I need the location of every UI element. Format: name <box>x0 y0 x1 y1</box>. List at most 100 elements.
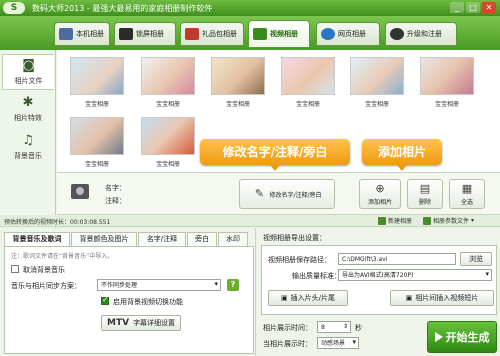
tab-label: 锁屏相册 <box>136 30 164 38</box>
delete-button[interactable]: ▤ 删除 <box>407 179 443 209</box>
tab-background-music[interactable]: 背景音乐及歌词 <box>4 232 70 247</box>
tab-web-album[interactable]: 网页相册 <box>316 22 380 46</box>
video-icon: ▣ <box>405 294 413 302</box>
photo-image <box>141 117 195 155</box>
photo-thumbnail[interactable]: 宝宝相册 <box>69 57 125 108</box>
quality-select[interactable]: 导出为AVI格式(高清720P) ▾ <box>338 269 492 281</box>
start-generate-button[interactable]: 开始生成 <box>427 321 497 353</box>
sidebar-item-photo-effects[interactable]: ✱ 相片特效 <box>2 92 54 128</box>
duration-estimate: 预估转换后的视频时长：00:03:08.551 <box>4 219 111 226</box>
transition-select[interactable]: 动感场景 ▾ <box>317 337 359 349</box>
tab-lockscreen-album[interactable]: 锁屏相册 <box>114 22 176 46</box>
insert-video-clip-label: 相片间插入视频短片 <box>415 294 479 302</box>
insert-intro-button[interactable]: ▣ 插入片头/片尾 <box>268 290 348 306</box>
chevron-down-icon: ▾ <box>485 270 489 278</box>
new-album-link[interactable]: 新建相册 <box>378 216 412 225</box>
insert-intro-label: 插入片头/片尾 <box>290 294 335 302</box>
photo-label: 宝宝相册 <box>225 101 250 108</box>
close-button[interactable]: ✕ <box>482 2 496 13</box>
add-photo-icon: ⊕ <box>375 182 385 195</box>
film-icon: ▣ <box>281 294 288 302</box>
tab-narration[interactable]: 旁白 <box>187 232 217 246</box>
tab-label: 升级和注册 <box>407 30 442 38</box>
effects-icon: ✱ <box>22 95 34 110</box>
music-icon: ♫ <box>22 133 34 148</box>
minimize-button[interactable]: _ <box>450 2 464 13</box>
grid-icon: ▦ <box>461 182 473 195</box>
new-album-icon <box>378 216 386 225</box>
sidebar-item-label: 背景音乐 <box>14 152 42 160</box>
tab-name-note[interactable]: 名字/注释 <box>138 232 186 246</box>
add-photo-button[interactable]: ⊕ 添加相片 <box>359 179 401 209</box>
auto-switch-checkbox[interactable] <box>101 295 109 305</box>
chevron-down-icon: ▾ <box>471 217 475 224</box>
sync-label: 音乐与相片同步方案： <box>11 282 81 290</box>
music-settings-body: 注：歌词文件请在“背景音乐”中导入。 取消背景音乐 音乐与相片同步方案： 不作同… <box>4 246 254 354</box>
insert-video-clip-button[interactable]: ▣ 相片间插入视频短片 <box>390 290 494 306</box>
display-time-input[interactable]: 8 ⇕ <box>317 321 351 333</box>
callout-add-photo: 添加相片 <box>362 139 442 171</box>
cancel-music-checkbox[interactable] <box>11 265 19 273</box>
computer-icon <box>59 28 73 40</box>
select-all-button[interactable]: ▦ 全选 <box>449 179 485 209</box>
photo-image <box>420 57 474 95</box>
note-label: 注释： <box>105 197 126 205</box>
photo-label: 宝宝相册 <box>155 161 180 168</box>
music-settings-panel: 背景音乐及歌词 背景颜色及图片 名字/注释 旁白 水印 注：歌词文件请在“背景音… <box>0 228 256 356</box>
photo-thumbnail[interactable]: 宝宝相册 <box>280 57 336 108</box>
seconds-unit: 秒 <box>355 324 362 332</box>
photo-image <box>70 57 124 95</box>
photo-thumbnail[interactable]: 宝宝相册 <box>419 57 475 108</box>
photo-thumbnail[interactable]: 宝宝相册 <box>349 57 405 108</box>
title-bar: S 数码大师2013 - 最强大最易用的家庭相册制作软件 _ □ ✕ <box>0 0 500 16</box>
photo-label: 宝宝相册 <box>295 101 320 108</box>
new-album-label: 新建相册 <box>388 218 413 225</box>
camera-icon <box>71 184 89 199</box>
sync-select-value: 不作同步处理 <box>101 282 138 289</box>
subtitle-settings-button[interactable]: MTV 字幕详细设置 <box>101 315 182 331</box>
name-label: 名字： <box>105 184 126 192</box>
delete-label: 删除 <box>418 199 431 206</box>
photo-info-bar: 名字： 注释： ✎ 修改名字/注释/旁白 ⊕ 添加相片 ▤ 删除 ▦ 全选 <box>57 173 500 215</box>
tab-video-album[interactable]: 视频相册 <box>248 20 310 48</box>
select-all-label: 全选 <box>460 199 473 206</box>
sync-select[interactable]: 不作同步处理 ▾ <box>97 279 221 291</box>
maximize-button[interactable]: □ <box>466 2 480 13</box>
window-controls: _ □ ✕ <box>450 2 496 13</box>
sidebar-item-background-music[interactable]: ♫ 背景音乐 <box>2 130 54 166</box>
photo-thumbnail[interactable]: 宝宝相册 <box>140 57 196 108</box>
tab-local-album[interactable]: 本机相册 <box>54 22 110 46</box>
tab-background-color[interactable]: 背景颜色及图片 <box>71 232 137 246</box>
photo-image <box>211 57 265 95</box>
save-path-field[interactable]: C:\DMGift\3.avi <box>338 253 456 265</box>
params-icon <box>423 216 431 225</box>
trash-icon: ▤ <box>419 182 431 195</box>
lyrics-note: 注：歌词文件请在“背景音乐”中导入。 <box>11 253 114 260</box>
photo-thumbnail[interactable]: 宝宝相册 <box>69 117 125 168</box>
export-settings-panel: 视频相册导出设置： 视频相册保存路径： C:\DMGift\3.avi 浏览 输… <box>257 228 500 356</box>
play-icon <box>434 332 443 342</box>
ie-icon <box>321 28 335 40</box>
display-time-value: 8 <box>321 324 325 331</box>
tab-gift-album[interactable]: 礼品包相册 <box>180 22 244 46</box>
help-button[interactable]: ? <box>227 279 239 291</box>
sidebar-item-photo-files[interactable]: ◙ 相片文件 <box>2 54 54 90</box>
photo-thumbnail[interactable]: 宝宝相册 <box>140 117 196 168</box>
tab-label: 视频相册 <box>270 30 298 38</box>
chevron-down-icon: ▾ <box>214 280 218 288</box>
photo-thumbnail[interactable]: 宝宝相册 <box>210 57 266 108</box>
tab-watermark[interactable]: 水印 <box>218 232 248 246</box>
gift-icon <box>185 28 199 40</box>
album-params-link[interactable]: 相册参数文件 ▾ <box>423 216 474 225</box>
sidebar: ◙ 相片文件 ✱ 相片特效 ♫ 背景音乐 <box>0 50 56 240</box>
tab-upgrade-register[interactable]: 升级和注册 <box>385 22 457 46</box>
photo-label: 宝宝相册 <box>155 101 180 108</box>
photo-label: 宝宝相册 <box>84 161 109 168</box>
status-bar: 预估转换后的视频时长：00:03:08.551 新建相册 相册参数文件 ▾ <box>0 215 500 227</box>
export-settings-box: 视频相册保存路径： C:\DMGift\3.avi 浏览 输出质量标准： 导出为… <box>261 245 497 315</box>
photo-label: 宝宝相册 <box>434 101 459 108</box>
chevron-down-icon: ▾ <box>352 338 356 346</box>
add-photo-label: 添加相片 <box>367 199 392 206</box>
browse-button[interactable]: 浏览 <box>460 252 492 266</box>
rename-button[interactable]: ✎ 修改名字/注释/旁白 <box>239 179 335 209</box>
